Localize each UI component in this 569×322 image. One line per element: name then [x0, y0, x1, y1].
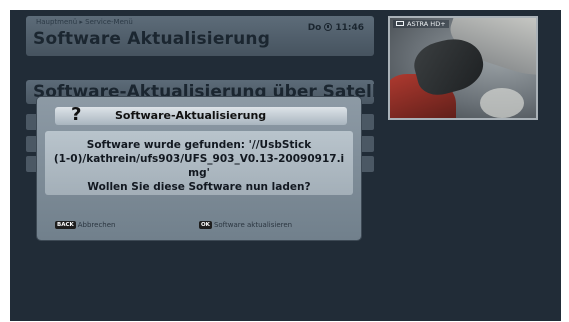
channel-badge: ASTRA HD+ [393, 20, 449, 28]
live-tv-preview: ASTRA HD+ [388, 16, 538, 120]
update-button[interactable]: OK Software aktualisieren [199, 221, 292, 229]
back-key-icon: BACK [55, 221, 76, 229]
ok-key-icon: OK [199, 221, 212, 229]
breadcrumb: Hauptmenü ▸ Service-Menü [36, 18, 133, 26]
update-label: Software aktualisieren [213, 221, 293, 229]
dialog-body: Software wurde gefunden: '//UsbStick (1-… [45, 131, 353, 195]
preview-image-light [480, 88, 524, 118]
header-bar: Hauptmenü ▸ Service-Menü Software Aktual… [26, 16, 374, 56]
clock-icon [324, 23, 333, 31]
cancel-button[interactable]: BACK Abbrechen [55, 221, 115, 229]
time-label: 11:46 [335, 23, 364, 33]
channel-name: ASTRA HD+ [407, 20, 446, 28]
question-icon: ? [71, 104, 82, 125]
page-title: Software Aktualisierung [33, 29, 271, 49]
day-label: Do [307, 23, 322, 33]
dialog-title: Software-Aktualisierung [115, 109, 267, 122]
dialog-message: Software wurde gefunden: '//UsbStick (1-… [53, 139, 345, 193]
dialog-header: ? Software-Aktualisierung [55, 104, 347, 125]
confirm-dialog: ? Software-Aktualisierung Software wurde… [37, 97, 361, 240]
tv-screen: Hauptmenü ▸ Service-Menü Software Aktual… [10, 10, 561, 321]
cancel-label: Abbrechen [77, 221, 116, 229]
clock-display: Do 11:46 [308, 23, 364, 33]
tv-icon [396, 21, 404, 26]
